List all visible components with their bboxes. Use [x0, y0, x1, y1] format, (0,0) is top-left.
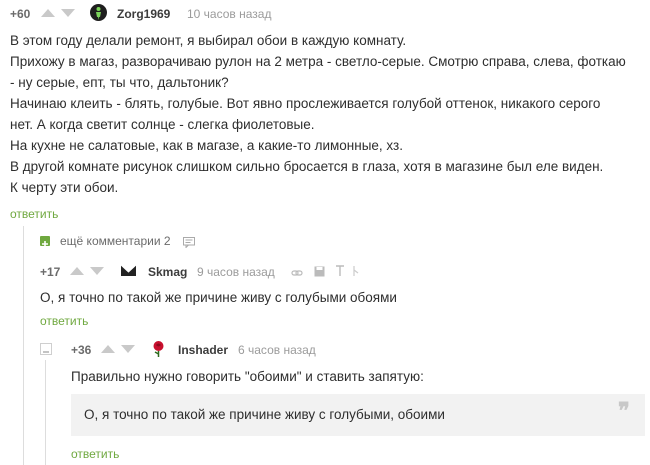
- username-link[interactable]: Zorg1969: [117, 7, 170, 21]
- upvote-button[interactable]: [70, 267, 84, 275]
- comment-line: На кухне не салатовые, как в магазе, а к…: [10, 138, 403, 153]
- link-icon[interactable]: [291, 265, 303, 283]
- comment-bubble-icon: [183, 235, 195, 253]
- comment-body: В этом году делали ремонт, я выбирал обо…: [10, 30, 626, 198]
- reply-link[interactable]: ответить: [40, 314, 88, 328]
- comment-rating: +36: [71, 343, 92, 357]
- comment-text: О, я точно по такой же причине живу с го…: [40, 290, 397, 305]
- comment-line: В этом году делали ремонт, я выбирал обо…: [10, 33, 407, 48]
- quote-text: О, я точно по такой же причине живу с го…: [84, 407, 445, 422]
- save-icon[interactable]: [314, 264, 325, 282]
- comment-text: Правильно нужно говорить "обоими" и став…: [71, 369, 424, 384]
- collapse-icon[interactable]: [40, 343, 52, 355]
- downvote-button[interactable]: [90, 267, 104, 275]
- comment-line: - ну серые, епт, ты что, дальтоник?: [10, 75, 229, 90]
- more-comments-link[interactable]: ещё комментарии 2: [60, 234, 171, 248]
- expand-icon[interactable]: [40, 236, 50, 247]
- downvote-button[interactable]: [121, 345, 135, 353]
- comment-line: Прихожу в магаз, разворачиваю рулон на 2…: [10, 54, 626, 69]
- more-icon[interactable]: [353, 264, 359, 282]
- downvote-button[interactable]: [61, 9, 75, 17]
- comment-line: В другой комнате рисунок слишком сильно …: [10, 159, 604, 174]
- comment-line: нет. А когда светит солнце - слегка фиол…: [10, 117, 315, 132]
- thread-line[interactable]: [45, 360, 46, 465]
- comment-line: К черту эти обои.: [10, 180, 119, 195]
- comment-time: 6 часов назад: [238, 343, 316, 357]
- reply-link[interactable]: ответить: [71, 447, 119, 461]
- username-link[interactable]: Inshader: [178, 343, 228, 357]
- rose-avatar-icon: [153, 341, 164, 357]
- comment-line: Начинаю клеить - блять, голубые. Вот явн…: [10, 96, 601, 111]
- upvote-button[interactable]: [41, 9, 55, 17]
- comment-rating: +17: [40, 265, 61, 279]
- avatar[interactable]: [150, 340, 167, 363]
- pin-icon[interactable]: [335, 264, 345, 282]
- quote-block: О, я точно по такой же причине живу с го…: [71, 394, 645, 436]
- comment-time: 10 часов назад: [187, 7, 272, 21]
- avatar[interactable]: [90, 4, 107, 21]
- comment-time: 9 часов назад: [197, 265, 275, 279]
- skmag-avatar-icon: [120, 264, 137, 276]
- zorg-avatar-icon: [96, 7, 101, 20]
- upvote-button[interactable]: [101, 345, 115, 353]
- avatar[interactable]: [119, 262, 138, 284]
- thread-line[interactable]: [23, 226, 24, 465]
- reply-link[interactable]: ответить: [10, 207, 58, 221]
- comment-rating: +60: [10, 7, 31, 21]
- quote-icon: ❞: [618, 398, 630, 424]
- username-link[interactable]: Skmag: [148, 265, 187, 279]
